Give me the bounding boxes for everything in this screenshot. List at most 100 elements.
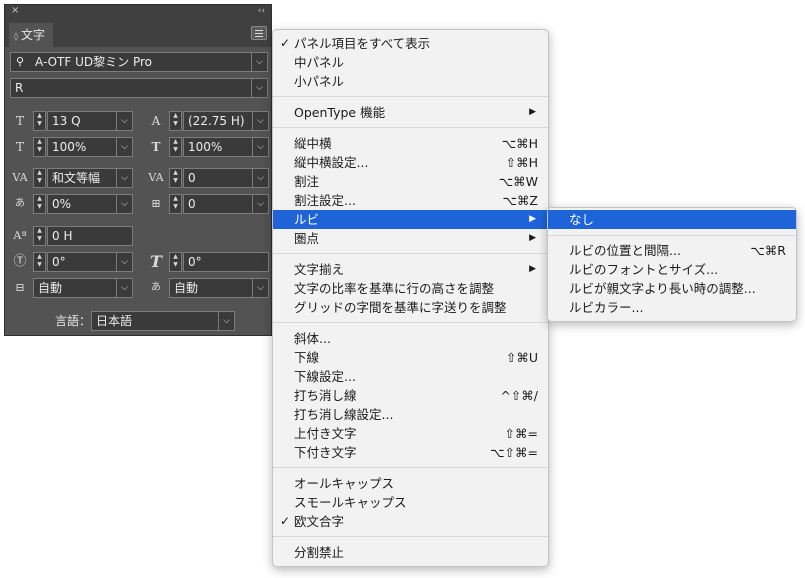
menu-item-label: なし <box>569 212 595 227</box>
step-up-icon[interactable]: ▲ <box>170 138 181 146</box>
step-down-icon[interactable]: ▼ <box>34 177 45 185</box>
step-up-icon[interactable]: ▲ <box>34 112 45 120</box>
skew-field[interactable]: 0° <box>183 252 269 272</box>
chevron-down-icon[interactable]: ⌵ <box>116 195 132 213</box>
chevron-down-icon[interactable]: ⌵ <box>252 112 268 130</box>
step-down-icon[interactable]: ▼ <box>170 203 181 211</box>
menu-item-underline[interactable]: 下線 ⇧⌘U <box>273 348 548 367</box>
menu-item-superscript[interactable]: 上付き文字 ⇧⌘= <box>273 424 548 443</box>
tsume-field[interactable]: 0% ⌵ <box>47 194 133 214</box>
menu-item-small-caps[interactable]: スモールキャップス <box>273 493 548 512</box>
menu-item-warichu[interactable]: 割注 ⌥⌘W <box>273 172 548 191</box>
step-up-icon[interactable]: ▲ <box>34 227 45 235</box>
menu-item-adjust-grid-spacing[interactable]: グリッドの字間を基準に字送りを調整 <box>273 298 548 317</box>
leading-stepper[interactable]: ▲ ▼ <box>169 111 182 131</box>
font-style-field[interactable]: R ⌵ <box>10 78 268 98</box>
kerning-field[interactable]: 和文等幅 ⌵ <box>47 168 133 188</box>
rotation-stepper[interactable]: ▲ ▼ <box>33 252 46 272</box>
menu-item-adjust-line-height[interactable]: 文字の比率を基準に行の高さを調整 <box>273 279 548 298</box>
chevron-down-icon[interactable]: ⌵ <box>252 169 268 187</box>
step-down-icon[interactable]: ▼ <box>34 235 45 243</box>
step-down-icon[interactable]: ▼ <box>34 146 45 154</box>
submenu-item-ruby-overhang[interactable]: ルビが親文字より長い時の調整... <box>548 279 796 298</box>
font-size-stepper[interactable]: ▲ ▼ <box>33 111 46 131</box>
close-icon[interactable]: × <box>11 5 19 17</box>
grid-spacing-field[interactable]: 0 ⌵ <box>183 194 269 214</box>
collapse-icon[interactable]: ‹‹ <box>258 5 265 17</box>
chevron-down-icon[interactable]: ⌵ <box>251 53 267 71</box>
language-select[interactable]: 日本語 ⌵ <box>91 311 235 331</box>
chevron-down-icon[interactable]: ⌵ <box>116 112 132 130</box>
panel-menu-button[interactable] <box>251 26 267 40</box>
menu-item-character-alignment[interactable]: 文字揃え ▶ <box>273 260 548 279</box>
baseline-shift-stepper[interactable]: ▲ ▼ <box>33 226 46 246</box>
tsume-stepper[interactable]: ▲ ▼ <box>33 194 46 214</box>
menu-item-strikethrough-settings[interactable]: 打ち消し線設定... <box>273 405 548 424</box>
submenu-item-ruby-font-size[interactable]: ルビのフォントとサイズ... <box>548 260 796 279</box>
step-up-icon[interactable]: ▲ <box>170 195 181 203</box>
horizontal-scale-field[interactable]: 100% ⌵ <box>183 137 269 157</box>
step-up-icon[interactable]: ▲ <box>34 138 45 146</box>
step-down-icon[interactable]: ▼ <box>34 261 45 269</box>
submenu-item-none[interactable]: なし <box>548 210 796 229</box>
step-up-icon[interactable]: ▲ <box>170 112 181 120</box>
tab-character[interactable]: ◊ 文字 <box>9 23 53 47</box>
menu-item-underline-settings[interactable]: 下線設定... <box>273 367 548 386</box>
chevron-down-icon[interactable]: ⌵ <box>116 169 132 187</box>
submenu-item-ruby-position[interactable]: ルビの位置と間隔... ⌥⌘R <box>548 241 796 260</box>
step-down-icon[interactable]: ▼ <box>34 120 45 128</box>
menu-item-ligatures[interactable]: ✓ 欧文合字 <box>273 512 548 531</box>
chevron-down-icon[interactable]: ⌵ <box>116 279 132 297</box>
horizontal-scale-stepper[interactable]: ▲ ▼ <box>169 137 182 157</box>
rotation-field[interactable]: 0° ⌵ <box>47 252 133 272</box>
menu-item-ruby[interactable]: ルビ ▶ <box>273 210 548 229</box>
menu-item-small-panel[interactable]: 小パネル <box>273 72 548 91</box>
menu-item-show-all-options[interactable]: ✓ パネル項目をすべて表示 <box>273 34 548 53</box>
step-down-icon[interactable]: ▼ <box>34 203 45 211</box>
vertical-scale-stepper[interactable]: ▲ ▼ <box>33 137 46 157</box>
skew-stepper[interactable]: ▲ ▼ <box>169 252 182 272</box>
menu-item-opentype[interactable]: OpenType 機能 ▶ <box>273 103 548 122</box>
chevron-down-icon[interactable]: ⌵ <box>252 279 268 297</box>
step-down-icon[interactable]: ▼ <box>170 146 181 154</box>
chevron-down-icon[interactable]: ⌵ <box>218 312 234 330</box>
step-down-icon[interactable]: ▼ <box>170 261 181 269</box>
step-down-icon[interactable]: ▼ <box>170 177 181 185</box>
menu-item-strikethrough[interactable]: 打ち消し線 ^⇧⌘/ <box>273 386 548 405</box>
menu-item-label: 割注 <box>294 174 320 189</box>
menu-item-tate-chu-yoko-settings[interactable]: 縦中横設定... ⇧⌘H <box>273 153 548 172</box>
menu-item-medium-panel[interactable]: 中パネル <box>273 53 548 72</box>
tracking-field[interactable]: 0 ⌵ <box>183 168 269 188</box>
menu-item-kenten[interactable]: 圏点 ▶ <box>273 229 548 248</box>
leading-field[interactable]: (22.75 H) ⌵ <box>183 111 269 131</box>
chevron-down-icon[interactable]: ⌵ <box>252 138 268 156</box>
chevron-down-icon[interactable]: ⌵ <box>251 79 267 97</box>
aki-after-field[interactable]: 自動 ⌵ <box>169 278 269 298</box>
menu-item-warichu-settings[interactable]: 割注設定... ⌥⌘Z <box>273 191 548 210</box>
baseline-shift-field[interactable]: 0 H <box>47 226 133 246</box>
kerning-stepper[interactable]: ▲ ▼ <box>33 168 46 188</box>
font-size-field[interactable]: 13 Q ⌵ <box>47 111 133 131</box>
step-up-icon[interactable]: ▲ <box>170 253 181 261</box>
step-up-icon[interactable]: ▲ <box>170 169 181 177</box>
tracking-stepper[interactable]: ▲ ▼ <box>169 168 182 188</box>
step-up-icon[interactable]: ▲ <box>34 169 45 177</box>
chevron-down-icon[interactable]: ⌵ <box>116 138 132 156</box>
menu-item-label: 文字の比率を基準に行の高さを調整 <box>294 281 495 296</box>
aki-before-field[interactable]: 自動 ⌵ <box>33 278 133 298</box>
step-up-icon[interactable]: ▲ <box>34 253 45 261</box>
menu-item-tate-chu-yoko[interactable]: 縦中横 ⌥⌘H <box>273 134 548 153</box>
menu-item-italic[interactable]: 斜体... <box>273 329 548 348</box>
step-down-icon[interactable]: ▼ <box>170 120 181 128</box>
font-family-field[interactable]: ⚲ A-OTF UD黎ミン Pro ⌵ <box>10 52 268 72</box>
chevron-down-icon[interactable]: ⌵ <box>252 195 268 213</box>
menu-item-subscript[interactable]: 下付き文字 ⌥⇧⌘= <box>273 443 548 462</box>
vertical-scale-field[interactable]: 100% ⌵ <box>47 137 133 157</box>
grid-spacing-stepper[interactable]: ▲ ▼ <box>169 194 182 214</box>
menu-item-all-caps[interactable]: オールキャップス <box>273 474 548 493</box>
submenu-item-ruby-color[interactable]: ルビカラー... <box>548 298 796 317</box>
menu-item-no-break[interactable]: 分割禁止 <box>273 543 548 562</box>
chevron-down-icon[interactable]: ⌵ <box>116 253 132 271</box>
tab-toggle-icon[interactable]: ◊ <box>14 32 18 41</box>
step-up-icon[interactable]: ▲ <box>34 195 45 203</box>
